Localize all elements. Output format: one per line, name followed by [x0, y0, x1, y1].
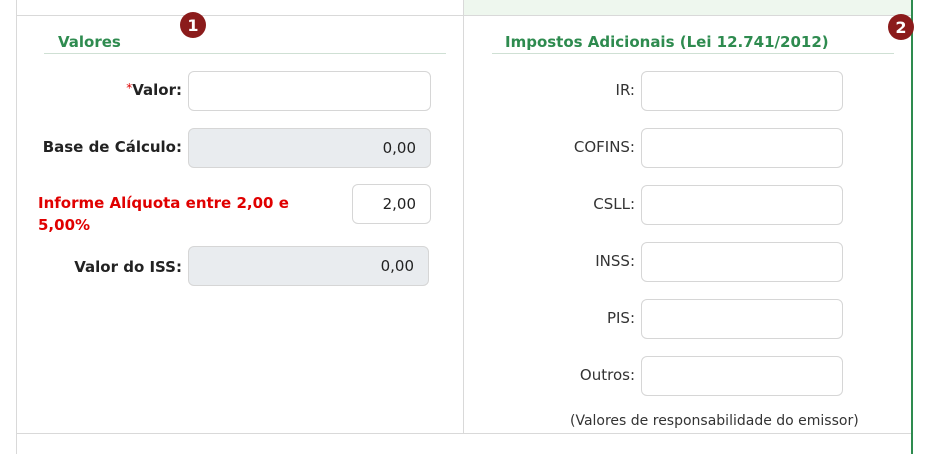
aliquota-warning: Informe Alíquota entre 2,00 e 5,00%	[38, 192, 338, 236]
csll-input[interactable]	[641, 185, 843, 225]
csll-label: CSLL:	[593, 195, 635, 213]
ir-label: IR:	[615, 81, 635, 99]
top-band	[464, 0, 912, 15]
bottom-divider	[16, 433, 912, 434]
ir-input[interactable]	[641, 71, 843, 111]
outros-input[interactable]	[641, 356, 843, 396]
section-2-badge: 2	[888, 14, 914, 40]
left-border	[16, 0, 17, 454]
aliquota-input[interactable]	[352, 184, 431, 224]
inss-label: INSS:	[595, 252, 635, 270]
valor-input[interactable]	[188, 71, 431, 111]
base-calculo-label: Base de Cálculo:	[42, 138, 182, 156]
valores-underline	[44, 53, 446, 54]
valores-title: Valores	[58, 33, 121, 51]
impostos-underline	[492, 53, 894, 54]
pis-input[interactable]	[641, 299, 843, 339]
inss-input[interactable]	[641, 242, 843, 282]
column-divider	[463, 0, 464, 433]
cofins-input[interactable]	[641, 128, 843, 168]
valor-iss-field	[188, 246, 429, 286]
valor-iss-label: Valor do ISS:	[74, 258, 182, 276]
section-1-badge: 1	[180, 12, 206, 38]
valor-label-text: Valor:	[132, 81, 182, 99]
aliquota-warning-line2: 5,00%	[38, 216, 91, 234]
responsibility-note: (Valores de responsabilidade do emissor)	[570, 413, 859, 429]
top-divider	[16, 15, 912, 16]
base-calculo-field	[188, 128, 431, 168]
cofins-label: COFINS:	[573, 138, 635, 156]
pis-label: PIS:	[606, 309, 635, 327]
valor-label: *Valor:	[126, 81, 182, 99]
impostos-title: Impostos Adicionais (Lei 12.741/2012)	[505, 33, 829, 51]
aliquota-warning-line1: Informe Alíquota entre 2,00 e	[38, 194, 289, 212]
right-green-border	[911, 0, 913, 454]
outros-label: Outros:	[579, 366, 635, 384]
